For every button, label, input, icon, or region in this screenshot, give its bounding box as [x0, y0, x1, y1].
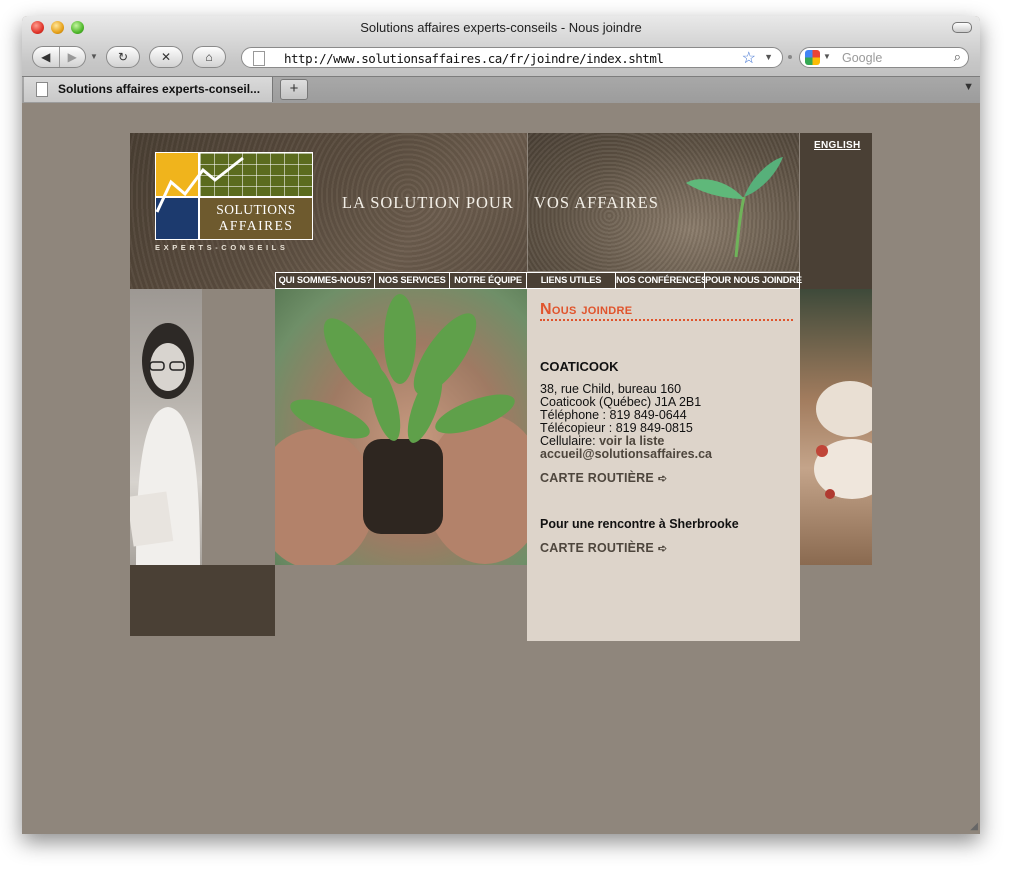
- new-tab-button[interactable]: +: [280, 79, 308, 100]
- office-address: 38, rue Child, bureau 160 Coaticook (Qué…: [540, 383, 712, 461]
- history-dropdown-icon[interactable]: ▼: [90, 52, 98, 61]
- page-title: Nous joindre: [540, 301, 793, 321]
- cell-label: Cellulaire:: [540, 434, 600, 448]
- search-placeholder: Google: [842, 51, 883, 65]
- url-text: http://www.solutionsaffaires.ca/fr/joind…: [284, 51, 664, 66]
- resize-grip-icon[interactable]: ◢: [970, 821, 978, 832]
- search-icon[interactable]: ⌕: [954, 49, 961, 65]
- plant-in-hands-image: [275, 294, 527, 565]
- tab-current[interactable]: Solutions affaires experts-conseil...: [24, 77, 273, 102]
- portrait-photo: [130, 289, 202, 565]
- tagline-right: VOS AFFAIRES: [534, 193, 659, 212]
- bookmark-star-icon[interactable]: ☆: [742, 48, 756, 68]
- english-link[interactable]: ENGLISH: [814, 140, 861, 151]
- left-footer-block: [130, 565, 275, 636]
- poultry-photo: [800, 289, 872, 565]
- tab-bar: Solutions affaires experts-conseil... + …: [22, 76, 980, 103]
- contact-panel: Nous joindre COATICOOK 38, rue Child, bu…: [527, 289, 800, 641]
- page-icon: [253, 51, 265, 66]
- toolbar-separator: [788, 55, 792, 59]
- arrow-right-icon: ➪: [657, 543, 668, 555]
- arrow-right-icon: ➪: [657, 473, 668, 485]
- menu-pour-nous-joindre[interactable]: POUR NOUS JOINDRE: [704, 272, 802, 289]
- stop-button[interactable]: ✕: [149, 46, 183, 68]
- site-logo[interactable]: SOLUTIONS AFFAIRES: [155, 152, 313, 240]
- back-icon[interactable]: ◀: [33, 50, 59, 64]
- header-sidebar: [800, 133, 872, 289]
- browser-toolbar: Solutions affaires experts-conseils - No…: [22, 16, 980, 103]
- google-icon[interactable]: [805, 50, 820, 65]
- address-bar[interactable]: http://www.solutionsaffaires.ca/fr/joind…: [241, 47, 783, 68]
- tab-label: Solutions affaires experts-conseil...: [58, 82, 261, 96]
- map-link-label: CARTE ROUTIÈRE: [540, 541, 654, 555]
- reload-icon: ↻: [117, 50, 129, 64]
- forward-icon[interactable]: ▶: [60, 50, 86, 64]
- home-icon: ⌂: [205, 50, 213, 64]
- spacer: [202, 289, 275, 565]
- page-viewport: SOLUTIONS AFFAIRES EXPERTS-CONSEILS LA S…: [22, 103, 980, 834]
- search-engine-dropdown-icon[interactable]: ▼: [823, 52, 831, 61]
- logo-subtitle: EXPERTS-CONSEILS: [155, 243, 289, 252]
- menu-notre-equipe[interactable]: NOTRE ÉQUIPE: [449, 272, 526, 289]
- chickens-image: [814, 381, 872, 499]
- woman-portrait-image: [130, 323, 200, 565]
- back-forward-buttons: ◀ ▶: [32, 46, 86, 68]
- cell-list-link[interactable]: voir la liste: [599, 434, 664, 448]
- tagline-left: LA SOLUTION POUR: [342, 193, 514, 212]
- window-title: Solutions affaires experts-conseils - No…: [360, 20, 642, 35]
- search-field[interactable]: ▼ Google ⌕: [799, 47, 969, 68]
- map-link-coaticook[interactable]: CARTE ROUTIÈRE ➪: [540, 471, 667, 485]
- website: SOLUTIONS AFFAIRES EXPERTS-CONSEILS LA S…: [130, 133, 872, 643]
- hands-seedling-photo: [275, 289, 527, 565]
- home-button[interactable]: ⌂: [192, 46, 226, 68]
- menu-nos-conferences[interactable]: NOS CONFÉRENCES: [615, 272, 707, 289]
- stop-icon: ✕: [160, 50, 172, 64]
- menu-nos-services[interactable]: NOS SERVICES: [374, 272, 449, 289]
- page-icon: [36, 82, 48, 97]
- url-dropdown-icon[interactable]: ▼: [764, 52, 773, 62]
- menu-liens-utiles[interactable]: LIENS UTILES: [526, 272, 615, 289]
- menu-qui-sommes-nous[interactable]: QUI SOMMES-NOUS?: [275, 272, 374, 289]
- logo-line1: SOLUTIONS: [216, 202, 296, 217]
- main-menu: QUI SOMMES-NOUS? NOS SERVICES NOTRE ÉQUI…: [275, 272, 802, 289]
- sherbrooke-heading: Pour une rencontre à Sherbrooke: [540, 517, 739, 531]
- sprout-image: [686, 157, 783, 258]
- toolbar-toggle-button[interactable]: [952, 22, 972, 33]
- browser-window: Solutions affaires experts-conseils - No…: [22, 16, 980, 834]
- tab-list-icon[interactable]: ▼: [963, 81, 974, 93]
- map-link-label: CARTE ROUTIÈRE: [540, 471, 654, 485]
- reload-button[interactable]: ↻: [106, 46, 140, 68]
- email-link[interactable]: accueil@solutionsaffaires.ca: [540, 447, 712, 461]
- office-city-heading: COATICOOK: [540, 359, 619, 374]
- logo-line2: AFFAIRES: [218, 218, 294, 233]
- map-link-sherbrooke[interactable]: CARTE ROUTIÈRE ➪: [540, 541, 667, 555]
